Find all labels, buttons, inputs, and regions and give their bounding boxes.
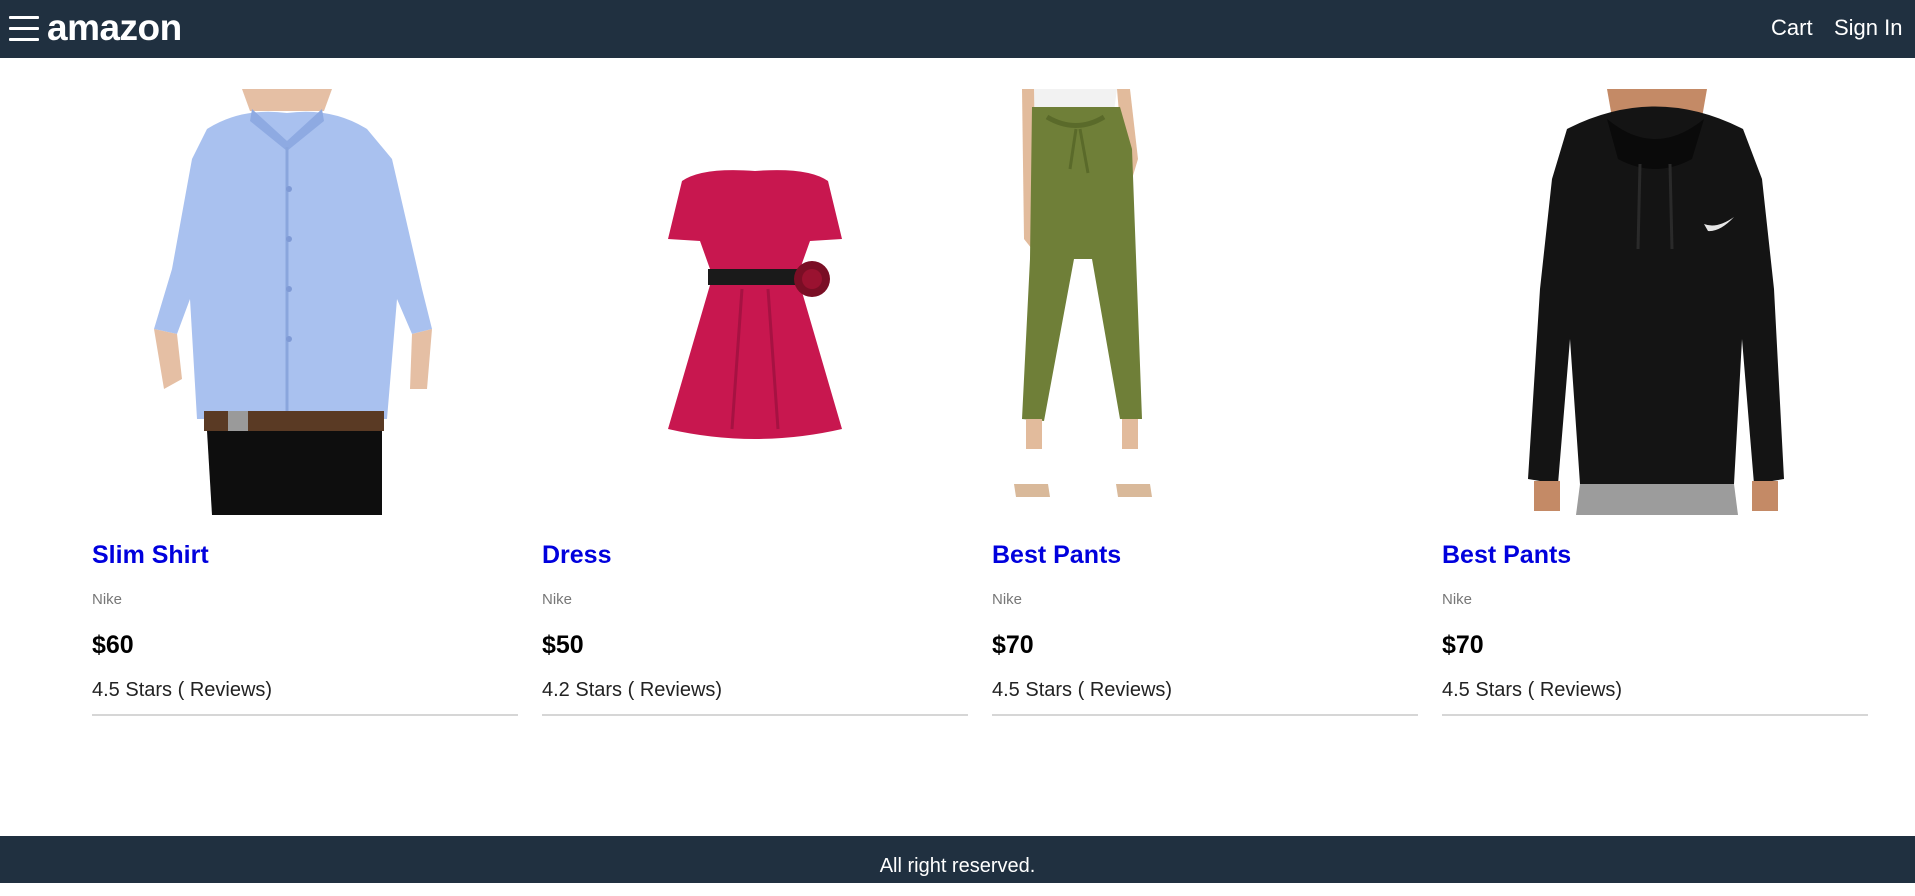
hoodie-product-image xyxy=(1442,89,1868,515)
product-image-link[interactable] xyxy=(92,89,518,515)
product-rating: 4.5 Stars ( Reviews) xyxy=(1442,679,1623,701)
cart-link[interactable]: Cart xyxy=(1771,15,1813,41)
product-price: $70 xyxy=(992,631,1034,659)
product-name-link[interactable]: Dress xyxy=(542,541,612,570)
top-header: amazon Cart Sign In xyxy=(0,0,1915,58)
product-rating: 4.5 Stars ( Reviews) xyxy=(92,679,273,701)
card-divider xyxy=(992,714,1418,716)
card-divider xyxy=(92,714,518,716)
hamburger-menu-icon[interactable] xyxy=(9,16,39,42)
product-name-link[interactable]: Slim Shirt xyxy=(92,541,209,570)
product-image-link[interactable] xyxy=(992,89,1418,515)
page-footer: All right reserved. xyxy=(0,836,1915,883)
product-brand: Nike xyxy=(1442,591,1473,608)
product-rating: 4.5 Stars ( Reviews) xyxy=(992,679,1173,701)
product-name-link[interactable]: Best Pants xyxy=(992,541,1121,570)
card-divider xyxy=(1442,714,1868,716)
shirt-product-image xyxy=(92,89,518,515)
product-brand: Nike xyxy=(992,591,1023,608)
product-name-link[interactable]: Best Pants xyxy=(1442,541,1571,570)
product-rating: 4.2 Stars ( Reviews) xyxy=(542,679,723,701)
brand-logo-link[interactable]: amazon xyxy=(47,7,182,49)
card-divider xyxy=(542,714,968,716)
sign-in-link[interactable]: Sign In xyxy=(1834,15,1903,41)
pants-product-image xyxy=(992,89,1418,515)
product-brand: Nike xyxy=(542,591,573,608)
product-price: $50 xyxy=(542,631,584,659)
product-brand: Nike xyxy=(92,591,123,608)
product-price: $70 xyxy=(1442,631,1484,659)
dress-product-image xyxy=(542,89,968,515)
product-image-link[interactable] xyxy=(542,89,968,515)
product-price: $60 xyxy=(92,631,134,659)
product-image-link[interactable] xyxy=(1442,89,1868,515)
footer-text: All right reserved. xyxy=(879,855,1036,877)
